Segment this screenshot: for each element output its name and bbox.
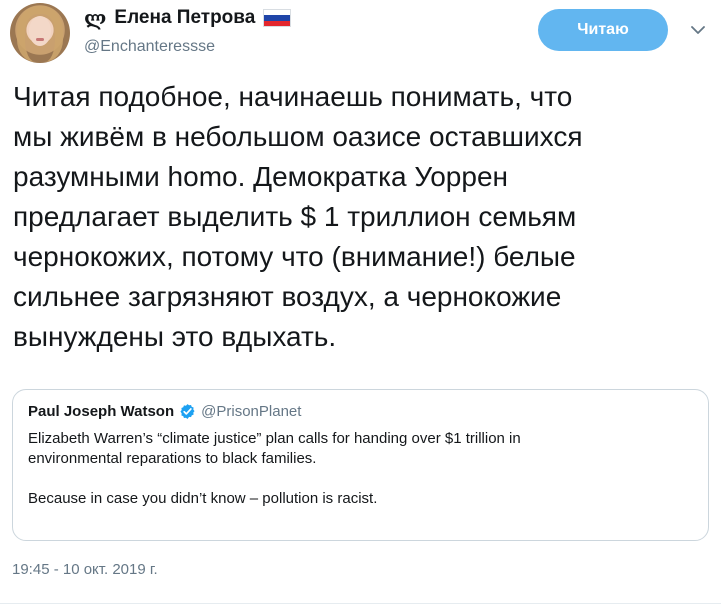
author-display-name[interactable]: Елена Петрова [114, 8, 255, 28]
quoted-tweet-text: Elizabeth Warren’s “climate justice” pla… [28, 430, 521, 507]
verified-badge-icon [180, 404, 195, 419]
tweet-header: ლ Елена Петрова @Enchanteressse Читаю [0, 0, 721, 70]
bottom-divider [0, 603, 721, 604]
russia-flag-icon [263, 9, 292, 27]
avatar-face [29, 16, 51, 46]
avatar[interactable] [10, 3, 70, 63]
following-button[interactable]: Читаю [538, 9, 668, 51]
chevron-down-icon[interactable] [691, 25, 705, 35]
flag-stripe-red [264, 20, 291, 26]
avatar-lips [36, 38, 44, 41]
quoted-tweet-card[interactable]: Paul Joseph Watson @PrisonPlanet Elizabe… [12, 389, 709, 541]
quoted-author-name[interactable]: Paul Joseph Watson [28, 403, 174, 420]
quoted-tweet-header: Paul Joseph Watson @PrisonPlanet [28, 403, 301, 420]
tweet-text: Читая подобное, начинаешь понимать, что … [13, 81, 583, 352]
author-name-line[interactable]: ლ Елена Петрова [84, 6, 292, 30]
author-info[interactable]: ლ Елена Петрова @Enchanteressse [84, 6, 292, 56]
quoted-author-handle[interactable]: @PrisonPlanet [201, 403, 301, 420]
author-handle[interactable]: @Enchanteressse [84, 38, 291, 56]
tweet-timestamp[interactable]: 19:45 - 10 окт. 2019 г. [12, 561, 158, 578]
author-name-prefix-symbol: ლ [84, 6, 107, 30]
